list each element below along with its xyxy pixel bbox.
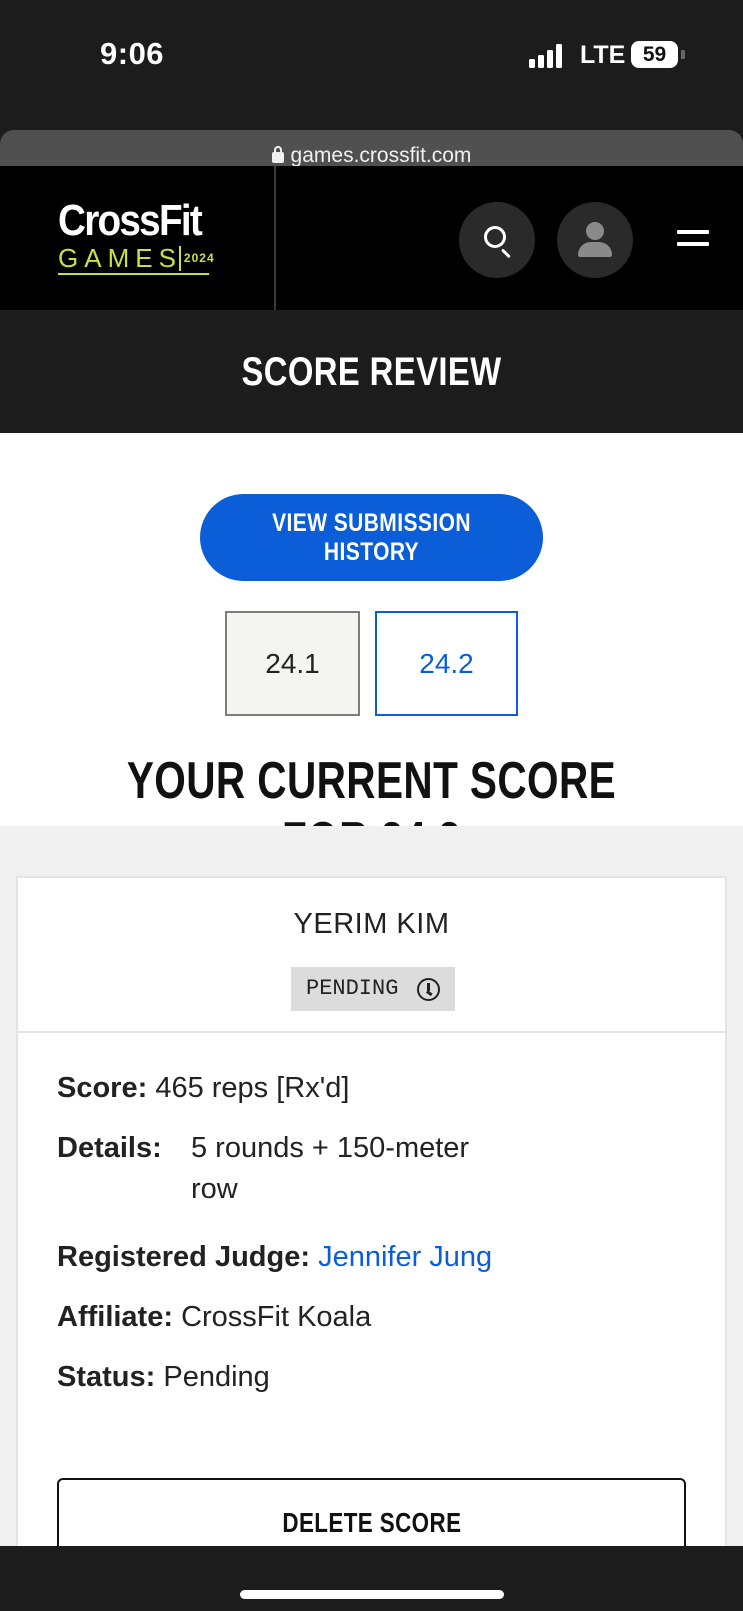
search-icon-handle: [500, 248, 511, 259]
search-icon: [484, 226, 506, 248]
logo-divider: [178, 245, 181, 271]
score-card-header: YERIM KIM PENDING: [18, 878, 725, 1033]
affiliate-row: Affiliate: CrossFit Koala: [57, 1297, 371, 1338]
url-bar[interactable]: games.crossfit.com: [0, 130, 743, 166]
site-header: CrossFit GAMES 2024: [0, 166, 743, 310]
view-submission-history-button[interactable]: VIEW SUBMISSION HISTORY: [200, 494, 543, 581]
judge-label: Registered Judge:: [57, 1241, 310, 1273]
search-button[interactable]: [459, 202, 535, 278]
status-value: Pending: [163, 1361, 270, 1393]
network-type: LTE: [580, 41, 626, 69]
header-divider: [274, 166, 276, 310]
status-badge-label: PENDING: [306, 976, 399, 1001]
account-icon-body: [578, 242, 612, 257]
view-submission-history-label: VIEW SUBMISSION HISTORY: [272, 508, 471, 566]
score-label: Score:: [57, 1072, 148, 1104]
judge-row: Registered Judge: Jennifer Jung: [57, 1237, 492, 1278]
signal-icon: [529, 44, 565, 68]
menu-icon-line: [677, 242, 709, 246]
tab-workout-24-1[interactable]: 24.1: [225, 611, 360, 716]
battery-tip: [681, 50, 685, 59]
clock-icon: [417, 978, 440, 1001]
details-row: Details: 5 rounds + 150-meter row: [57, 1128, 469, 1205]
clock-time: 9:06: [100, 36, 165, 71]
lock-icon: [271, 146, 284, 163]
delete-score-label: DELETE SCORE: [281, 1507, 462, 1538]
logo-games-text: GAMES: [58, 243, 182, 273]
status-row: Status: Pending: [57, 1357, 270, 1398]
details-label: Details:: [57, 1132, 162, 1164]
menu-button[interactable]: [677, 227, 709, 251]
judge-link[interactable]: Jennifer Jung: [318, 1241, 492, 1273]
score-row: Score: 465 reps [Rx'd]: [57, 1068, 349, 1109]
athlete-name: YERIM KIM: [293, 908, 450, 940]
account-button[interactable]: [557, 202, 633, 278]
title-bar: SCORE REVIEW: [0, 310, 743, 433]
url-text: games.crossfit.com: [290, 144, 472, 167]
logo-games-line: GAMES 2024: [58, 243, 215, 275]
bottom-bar: [0, 1546, 743, 1611]
score-value: 465 reps [Rx'd]: [155, 1072, 350, 1104]
status-badge: PENDING: [291, 967, 455, 1011]
battery-icon: 59: [631, 41, 678, 68]
home-indicator[interactable]: [240, 1590, 504, 1599]
score-card: YERIM KIM PENDING Score: 465 reps [Rx'd]…: [16, 876, 727, 1576]
workout-selector-section: VIEW SUBMISSION HISTORY 24.1 24.2 YOUR C…: [0, 433, 743, 870]
status-label: Status:: [57, 1361, 156, 1393]
score-section: YERIM KIM PENDING Score: 465 reps [Rx'd]…: [0, 826, 743, 1576]
details-value: 5 rounds + 150-meter row: [191, 1132, 470, 1205]
account-icon: [586, 222, 604, 240]
logo-year: 2024: [183, 250, 215, 265]
page: 9:06 LTE 59 games.crossfit.com CrossFit …: [0, 0, 743, 1611]
status-bar: 9:06 LTE 59: [0, 0, 743, 110]
menu-icon: [677, 230, 709, 234]
crossfit-games-logo[interactable]: CrossFit GAMES 2024: [58, 196, 228, 275]
affiliate-label: Affiliate:: [57, 1301, 173, 1333]
logo-wordmark: CrossFit: [58, 196, 203, 245]
tab-workout-24-2[interactable]: 24.2: [375, 611, 518, 716]
affiliate-value: CrossFit Koala: [181, 1301, 372, 1333]
page-title: SCORE REVIEW: [241, 350, 502, 394]
